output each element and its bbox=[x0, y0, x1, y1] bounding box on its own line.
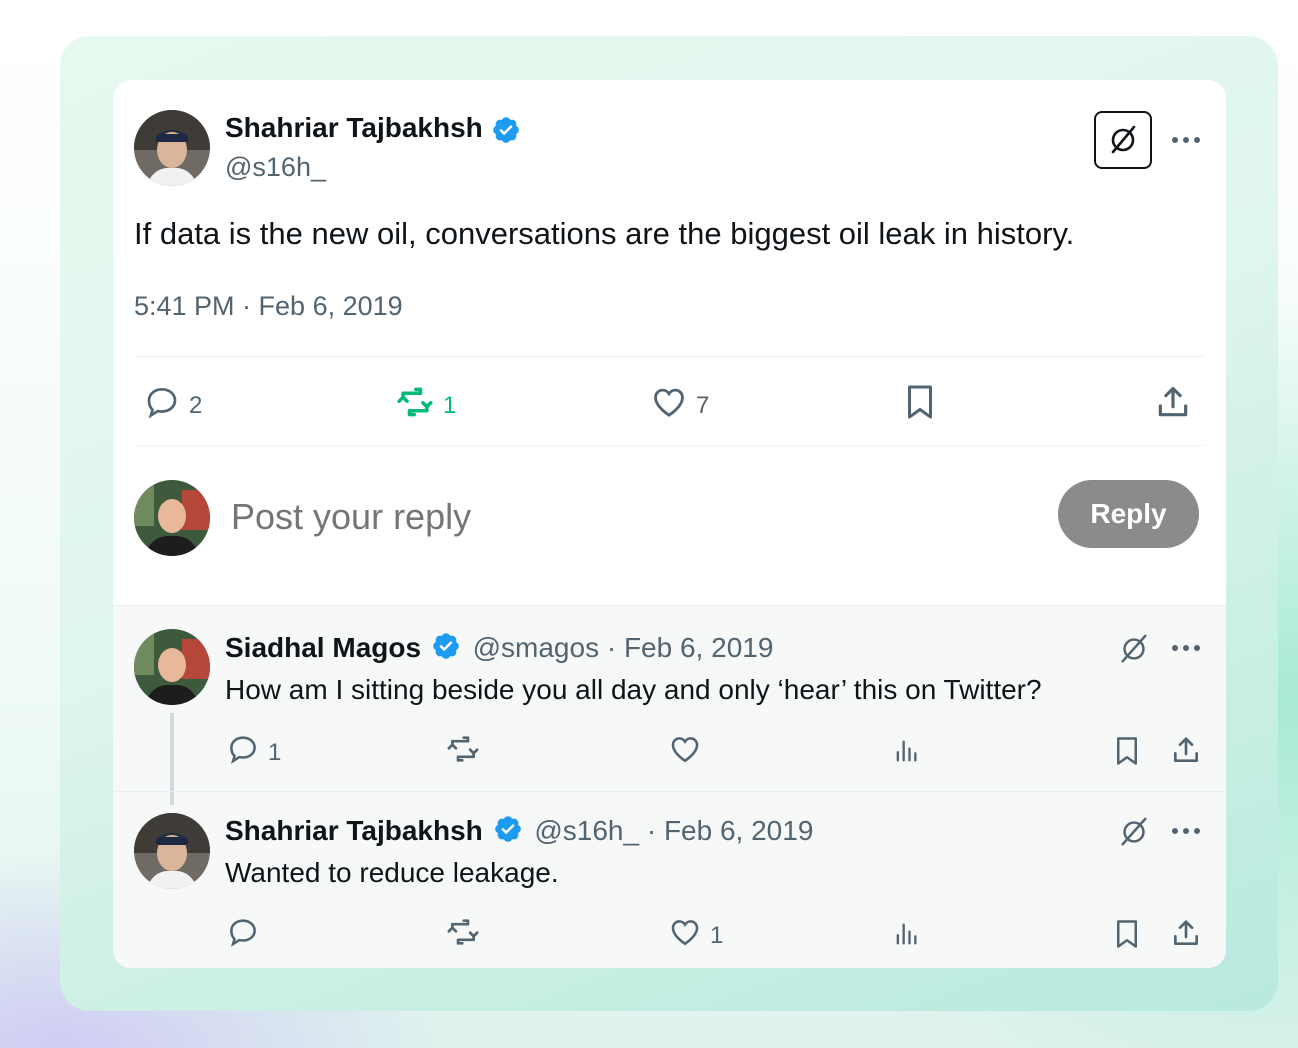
share-icon[interactable] bbox=[1168, 732, 1204, 768]
tweet-card: Shahriar Tajbakhsh @s16h_ If data is the… bbox=[113, 80, 1226, 968]
repost-action[interactable] bbox=[445, 732, 489, 773]
repost-action[interactable]: 1 bbox=[395, 383, 456, 428]
reply-author-name[interactable]: Siadhal Magos bbox=[225, 632, 421, 663]
more-icon[interactable] bbox=[1166, 122, 1206, 158]
repost-icon bbox=[445, 732, 481, 773]
like-count: 7 bbox=[696, 391, 710, 419]
no-leak-icon[interactable] bbox=[1113, 811, 1155, 853]
share-icon[interactable] bbox=[1153, 382, 1193, 422]
divider bbox=[134, 445, 1204, 446]
like-action[interactable] bbox=[668, 732, 710, 773]
repost-icon bbox=[445, 915, 481, 956]
repost-icon bbox=[395, 383, 435, 428]
reply-icon bbox=[143, 383, 181, 428]
divider bbox=[113, 605, 1226, 606]
post-timestamp[interactable]: 5:41 PM · Feb 6, 2019 bbox=[134, 291, 403, 322]
reply-action[interactable] bbox=[226, 915, 268, 956]
verified-badge-icon bbox=[431, 631, 461, 668]
reply-input[interactable] bbox=[229, 488, 933, 546]
reply-header: Siadhal Magos @smagos · Feb 6, 2019 bbox=[225, 631, 773, 668]
repost-count: 1 bbox=[443, 391, 457, 419]
verified-badge-icon bbox=[493, 814, 523, 851]
reply-author-avatar[interactable] bbox=[134, 813, 210, 889]
reply-count: 1 bbox=[268, 738, 282, 766]
author-name-row: Shahriar Tajbakhsh bbox=[225, 112, 521, 150]
author-avatar[interactable] bbox=[134, 110, 210, 186]
post-text: If data is the new oil, conversations ar… bbox=[134, 216, 1075, 251]
divider bbox=[113, 791, 1226, 792]
reply-action[interactable]: 2 bbox=[143, 383, 202, 428]
reply-meta[interactable]: @s16h_ · Feb 6, 2019 bbox=[534, 815, 813, 846]
bookmark-icon[interactable] bbox=[1110, 915, 1144, 953]
divider bbox=[134, 356, 1204, 357]
reply-button[interactable]: Reply bbox=[1058, 480, 1199, 548]
repost-action[interactable] bbox=[445, 915, 489, 956]
like-count: 1 bbox=[710, 921, 724, 949]
reply-action[interactable]: 1 bbox=[226, 732, 281, 773]
reply-count: 2 bbox=[189, 391, 203, 419]
more-icon[interactable] bbox=[1166, 631, 1206, 665]
author-handle[interactable]: @s16h_ bbox=[225, 152, 326, 183]
analytics-icon[interactable] bbox=[889, 917, 923, 951]
reply-text: Wanted to reduce leakage. bbox=[225, 857, 559, 888]
reply-text: How am I sitting beside you all day and … bbox=[225, 674, 1042, 705]
share-icon[interactable] bbox=[1168, 915, 1204, 951]
reply-author-name[interactable]: Shahriar Tajbakhsh bbox=[225, 815, 483, 846]
current-user-avatar[interactable] bbox=[134, 480, 210, 556]
reply-icon bbox=[226, 732, 260, 773]
reply-icon bbox=[226, 915, 260, 956]
more-icon[interactable] bbox=[1166, 814, 1206, 848]
no-leak-icon[interactable] bbox=[1113, 628, 1155, 670]
like-icon bbox=[668, 732, 702, 773]
like-icon bbox=[668, 915, 702, 956]
no-leak-icon[interactable] bbox=[1094, 111, 1152, 169]
like-action[interactable]: 1 bbox=[668, 915, 723, 956]
reply-author-avatar[interactable] bbox=[134, 629, 210, 705]
reply-header: Shahriar Tajbakhsh @s16h_ · Feb 6, 2019 bbox=[225, 814, 813, 851]
bookmark-icon[interactable] bbox=[900, 382, 940, 422]
verified-badge-icon bbox=[491, 115, 521, 150]
analytics-icon[interactable] bbox=[889, 734, 923, 768]
bookmark-icon[interactable] bbox=[1110, 732, 1144, 770]
like-icon bbox=[650, 383, 688, 428]
reply-meta[interactable]: @smagos · Feb 6, 2019 bbox=[473, 632, 774, 663]
like-action[interactable]: 7 bbox=[650, 383, 709, 428]
author-name[interactable]: Shahriar Tajbakhsh bbox=[225, 112, 483, 143]
